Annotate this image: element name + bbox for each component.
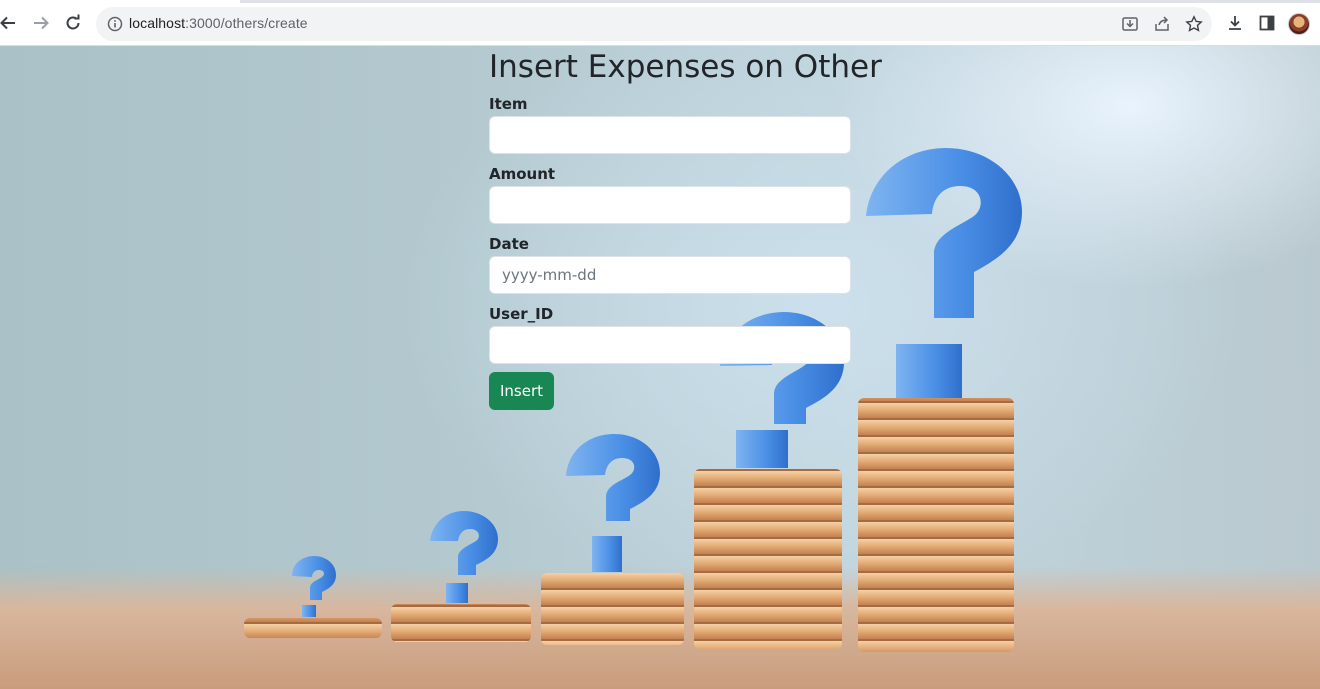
arrow-left-icon [0, 16, 15, 30]
back-button[interactable] [0, 11, 20, 35]
tab-strip [240, 0, 1320, 3]
avatar[interactable] [1288, 13, 1310, 35]
share-icon[interactable] [1152, 14, 1172, 34]
insert-button[interactable]: Insert [489, 372, 554, 410]
install-app-icon[interactable] [1120, 14, 1140, 34]
url-host: localhost [129, 15, 186, 31]
arrow-right-icon [34, 16, 49, 30]
reload-button[interactable] [61, 11, 85, 35]
date-input[interactable] [489, 256, 851, 294]
user-id-label: User_ID [489, 305, 554, 323]
user-id-input[interactable] [489, 326, 851, 364]
download-icon[interactable] [1224, 12, 1246, 34]
info-icon[interactable] [106, 15, 124, 33]
reload-icon [66, 14, 80, 30]
amount-input[interactable] [489, 186, 851, 224]
forward-button[interactable] [29, 11, 53, 35]
url-text[interactable]: localhost:3000/others/create [129, 15, 308, 31]
url-path: :3000/others/create [185, 15, 308, 31]
browser-toolbar: localhost:3000/others/create [0, 0, 1320, 46]
item-label: Item [489, 95, 528, 113]
page-viewport: Insert Expenses on Other Item Amount Dat… [0, 46, 1320, 689]
page-title: Insert Expenses on Other [489, 49, 882, 85]
side-panel-icon[interactable] [1256, 12, 1278, 34]
item-input[interactable] [489, 116, 851, 154]
date-label: Date [489, 235, 529, 253]
star-icon[interactable] [1184, 14, 1204, 34]
amount-label: Amount [489, 165, 556, 183]
address-bar[interactable]: localhost:3000/others/create [96, 7, 1212, 41]
